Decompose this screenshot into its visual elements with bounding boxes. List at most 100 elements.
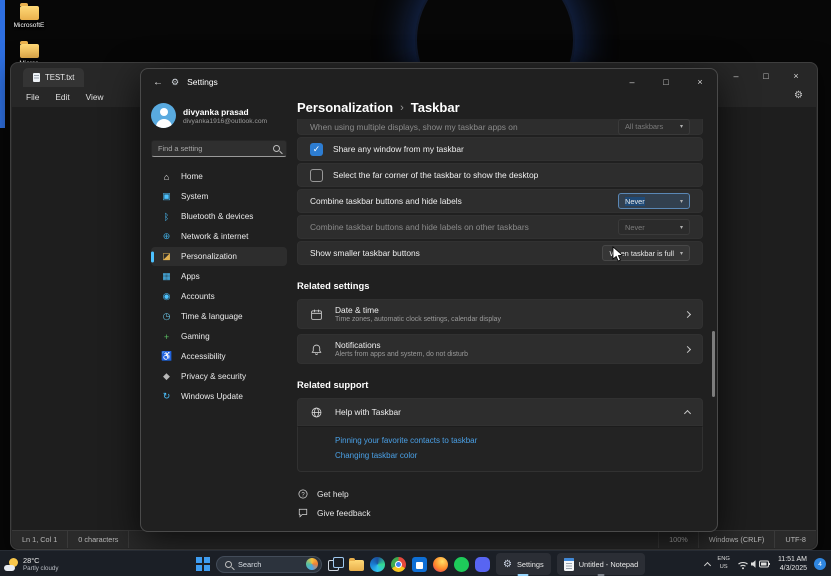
sidebar-item-label: System	[181, 192, 208, 201]
setting-row-combine-taskbar-buttons-and-hide-labels-on: Combine taskbar buttons and hide labels …	[297, 215, 703, 239]
get-help-link[interactable]: ? Get help	[297, 488, 703, 500]
settings-sidebar: divyanka prasad divyanka1916@outlook.com…	[141, 95, 293, 531]
card-texts: Date & timeTime zones, automatic clock s…	[335, 305, 673, 324]
settings-window: ← ⚙ Settings – □ × divyanka prasad divya…	[140, 68, 718, 532]
give-feedback-link[interactable]: Give feedback	[297, 507, 703, 519]
task-view-button[interactable]	[328, 557, 343, 572]
weather-widget[interactable]: 28°C Partly cloudy	[4, 551, 58, 576]
system-tray: ENG US 11:51 AM 4/3/2025 4	[705, 551, 826, 576]
weather-condition: Partly cloudy	[23, 565, 58, 572]
start-button[interactable]	[196, 557, 210, 571]
microsoft-edge-button[interactable]	[370, 557, 385, 572]
maximize-icon[interactable]: □	[649, 69, 683, 95]
back-button[interactable]: ←	[153, 77, 163, 88]
setting-row-when-using-multiple-displays-show-my-taskb: When using multiple displays, show my ta…	[297, 119, 703, 135]
google-chrome-button[interactable]	[391, 557, 406, 572]
network-volume-battery-icons[interactable]	[737, 557, 771, 571]
notification-badge[interactable]: 4	[814, 558, 826, 570]
tray-overflow-chevron-icon[interactable]	[704, 562, 711, 569]
search-label: Search	[238, 560, 300, 569]
related-card-notifications[interactable]: NotificationsAlerts from apps and system…	[297, 334, 703, 364]
setting-label: Share any window from my taskbar	[333, 144, 690, 154]
settings-content: Personalization › Taskbar When using mul…	[297, 95, 707, 531]
footer-link-label: Get help	[317, 489, 349, 499]
setting-label: Combine taskbar buttons and hide labels …	[310, 222, 618, 232]
notepad-settings-gear-icon[interactable]: ⚙	[794, 90, 803, 101]
card-title: Notifications	[335, 340, 673, 350]
windows-update-icon: ↻	[161, 391, 172, 402]
sidebar-item-label: Personalization	[181, 252, 237, 261]
minimize-icon[interactable]: –	[615, 69, 649, 95]
help-icon: ?	[297, 488, 309, 500]
support-link-changing-taskbar-color[interactable]: Changing taskbar color	[335, 451, 690, 460]
scrollbar-thumb[interactable]	[712, 331, 715, 397]
close-icon[interactable]: ×	[683, 69, 717, 95]
language-switcher[interactable]: ENG US	[717, 556, 730, 571]
sidebar-item-windows-update[interactable]: ↻Windows Update	[151, 387, 287, 406]
close-icon[interactable]: ×	[781, 66, 811, 85]
sidebar-item-accessibility[interactable]: ♿Accessibility	[151, 347, 287, 366]
breadcrumb-parent[interactable]: Personalization	[297, 100, 393, 115]
setting-label: Select the far corner of the taskbar to …	[333, 170, 690, 180]
sidebar-item-time-language[interactable]: ◷Time & language	[151, 307, 287, 326]
menu-edit[interactable]: Edit	[48, 90, 76, 104]
file-explorer-button[interactable]	[349, 560, 364, 571]
chevron-down-icon: ▾	[680, 198, 683, 205]
system-icon: ▣	[161, 191, 172, 202]
taskbar-search[interactable]: Search	[216, 556, 322, 573]
clock[interactable]: 11:51 AM 4/3/2025	[778, 555, 807, 574]
profile-email: divyanka1916@outlook.com	[183, 118, 267, 125]
spotify-button[interactable]	[454, 557, 469, 572]
sidebar-item-privacy-security[interactable]: ◆Privacy & security	[151, 367, 287, 386]
sidebar-item-apps[interactable]: ▦Apps	[151, 267, 287, 286]
cursor-position: Ln 1, Col 1	[12, 531, 68, 548]
dropdown-value: Never	[625, 223, 645, 232]
sidebar-item-personalization[interactable]: ◪Personalization	[151, 247, 287, 266]
minimize-icon[interactable]: –	[721, 66, 751, 85]
sidebar-item-label: Time & language	[181, 312, 243, 321]
sidebar-item-gaming[interactable]: +Gaming	[151, 327, 287, 346]
search-input[interactable]	[158, 144, 269, 153]
discord-button[interactable]	[475, 557, 490, 572]
window-title: Settings	[187, 77, 218, 87]
support-link-pinning-your-favorite-contacts[interactable]: Pinning your favorite contacts to taskba…	[335, 436, 690, 445]
checkbox-checked[interactable]: ✓	[310, 143, 323, 156]
menu-view[interactable]: View	[79, 90, 111, 104]
user-profile[interactable]: divyanka prasad divyanka1916@outlook.com	[151, 103, 287, 128]
taskbar-button-label: Untitled - Notepad	[579, 560, 639, 569]
sidebar-item-bluetooth-devices[interactable]: ᛒBluetooth & devices	[151, 207, 287, 226]
maximize-icon[interactable]: □	[751, 66, 781, 85]
privacy-security-icon: ◆	[161, 371, 172, 382]
setting-row-share-any-window-from-my-taskbar: ✓ Share any window from my taskbar	[297, 137, 703, 161]
notepad-tab-title: TEST.txt	[45, 73, 74, 82]
card-subtitle: Alerts from apps and system, do not dist…	[335, 351, 673, 358]
firefox-button[interactable]	[433, 557, 448, 572]
dropdown-value: All taskbars	[625, 122, 663, 131]
globe-icon	[310, 406, 323, 419]
profile-name: divyanka prasad	[183, 107, 267, 117]
bell-icon	[310, 343, 323, 356]
file-icon	[33, 73, 40, 82]
character-count: 0 characters	[68, 531, 129, 548]
sidebar-item-system[interactable]: ▣ System	[151, 187, 287, 206]
dropdown-when-using-multiple-displays-s: All taskbars▾	[618, 119, 690, 135]
checkbox-unchecked[interactable]	[310, 169, 323, 182]
avatar	[151, 103, 176, 128]
desktop-icon-microsofte[interactable]: MicrosoftE	[6, 6, 52, 29]
settings-search[interactable]	[151, 140, 287, 157]
gaming-icon: +	[161, 332, 172, 342]
sidebar-item-home[interactable]: ⌂Home	[151, 167, 287, 186]
related-card-date-time[interactable]: Date & timeTime zones, automatic clock s…	[297, 299, 703, 329]
untitled-notepad-taskbar-button[interactable]: Untitled - Notepad	[557, 553, 646, 575]
sidebar-item-accounts[interactable]: ◉Accounts	[151, 287, 287, 306]
menu-file[interactable]: File	[19, 90, 46, 104]
card-title: Date & time	[335, 305, 673, 315]
apps-icon: ▦	[161, 271, 172, 282]
notepad-tab[interactable]: TEST.txt	[23, 68, 84, 87]
settings-taskbar-button[interactable]: ⚙Settings	[496, 553, 551, 575]
help-with-taskbar-expander[interactable]: Help with Taskbar	[297, 398, 703, 426]
page-title: Taskbar	[411, 100, 460, 115]
dropdown-combine-taskbar-buttons-and-hi[interactable]: Never▾	[618, 193, 690, 209]
microsoft-store-button[interactable]	[412, 557, 427, 572]
sidebar-item-network-internet[interactable]: ⊕Network & internet	[151, 227, 287, 246]
